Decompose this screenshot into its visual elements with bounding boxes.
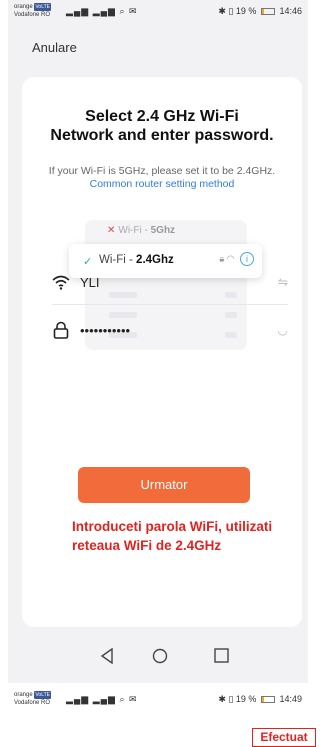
wifi-5g-prefix: Wi-Fi - (118, 225, 151, 236)
carrier-name-secondary: Vodafone RO (14, 12, 51, 18)
status-bar: orange VoLTE Vodafone RO ▂▄▆ ▂▄▆ ⌕ ✉ ✱ ▯… (8, 0, 308, 24)
signal-icons: ▂▄▆ ▂▄▆ ⌕ ✉ (66, 6, 138, 16)
navigation-bar (8, 640, 308, 680)
divider (52, 304, 288, 305)
bluetooth-icon: ✱ (218, 694, 226, 704)
recent-apps-icon[interactable] (214, 648, 229, 668)
wifi-5g-band: 5Ghz (150, 225, 176, 236)
wifi-24g-band: 2.4Ghz (136, 254, 174, 266)
signal-icons: ▂▄▆ ▂▄▆ ⌕ ✉ (66, 694, 138, 704)
subtitle: If your Wi-Fi is 5GHz, please set it to … (42, 165, 282, 191)
wifi-24g-label: Wi-Fi - 2.4Ghz (99, 254, 174, 266)
status-right: ✱ ▯ 19 % 14:49 (218, 694, 302, 705)
switch-network-icon[interactable]: ⇋ (278, 275, 288, 289)
battery-icon (260, 696, 275, 704)
wifi-setup-card: Select 2.4 GHz Wi-Fi Network and enter p… (22, 77, 302, 627)
annotation-line-1: Introduceti parola WiFi, utilizati (72, 519, 273, 534)
next-button[interactable]: Urmator (78, 467, 250, 503)
wifi-name-field[interactable]: YLI ⇋ (52, 267, 288, 305)
vibrate-icon: ▯ (228, 694, 234, 704)
phone-screen: orange VoLTE Vodafone RO ▂▄▆ ▂▄▆ ⌕ ✉ ✱ ▯… (8, 0, 308, 683)
wifi-5g-row: ✕ Wi-Fi - 5Ghz (107, 225, 175, 236)
vibrate-icon: ▯ (228, 6, 234, 16)
wifi-small-icon: ◠ (226, 253, 235, 264)
subtitle-text: If your Wi-Fi is 5GHz, please set it to … (48, 165, 276, 177)
cancel-button[interactable]: Anulare (32, 40, 77, 55)
clock: 14:49 (279, 694, 302, 704)
lock-icon (52, 321, 70, 339)
annotation-line-2: reteaua WiFi de 2.4GHz (72, 538, 222, 553)
status-bar-secondary: orange VoLTE Vodafone RO ▂▄▆ ▂▄▆ ⌕ ✉ ✱ ▯… (8, 688, 308, 712)
wifi-icon (52, 273, 70, 291)
carrier-name: orange (14, 4, 33, 10)
wifi-name-value: YLI (80, 275, 100, 290)
volte-badge: VoLTE (34, 691, 51, 699)
title-line-1: Select 2.4 GHz Wi-Fi (85, 108, 239, 125)
battery-percent: 19 % (235, 694, 257, 704)
bluetooth-icon: ✱ (218, 6, 226, 16)
router-setting-link[interactable]: Common router setting method (90, 178, 235, 190)
home-icon[interactable] (152, 648, 168, 669)
title-line-2: Network and enter password. (50, 127, 274, 144)
page-title: Select 2.4 GHz Wi-Fi Network and enter p… (22, 107, 302, 145)
carrier-name: orange (14, 692, 33, 698)
back-icon[interactable] (100, 647, 114, 669)
annotation-text: Introduceti parola WiFi, utilizati retea… (72, 517, 292, 555)
wifi-24g-prefix: Wi-Fi - (99, 254, 137, 266)
done-button[interactable]: Efectuat (252, 728, 316, 747)
wifi-row-icons: 🔒︎ ◠ i (219, 252, 254, 266)
carrier-name-secondary: Vodafone RO (14, 700, 51, 706)
eye-hidden-icon[interactable]: ◡ (278, 323, 288, 337)
carrier-info: orange VoLTE Vodafone RO (14, 691, 51, 707)
lock-small-icon: 🔒︎ (219, 253, 225, 264)
info-icon: i (240, 252, 254, 266)
volte-badge: VoLTE (34, 3, 51, 11)
password-value: ••••••••••• (80, 323, 131, 338)
battery-icon (260, 8, 275, 16)
carrier-info: orange VoLTE Vodafone RO (14, 3, 51, 19)
battery-percent: 19 % (235, 6, 257, 16)
clock: 14:46 (279, 6, 302, 16)
cross-icon: ✕ (107, 225, 116, 236)
status-right: ✱ ▯ 19 % 14:46 (218, 6, 302, 17)
password-field[interactable]: ••••••••••• ◡ (52, 315, 288, 353)
